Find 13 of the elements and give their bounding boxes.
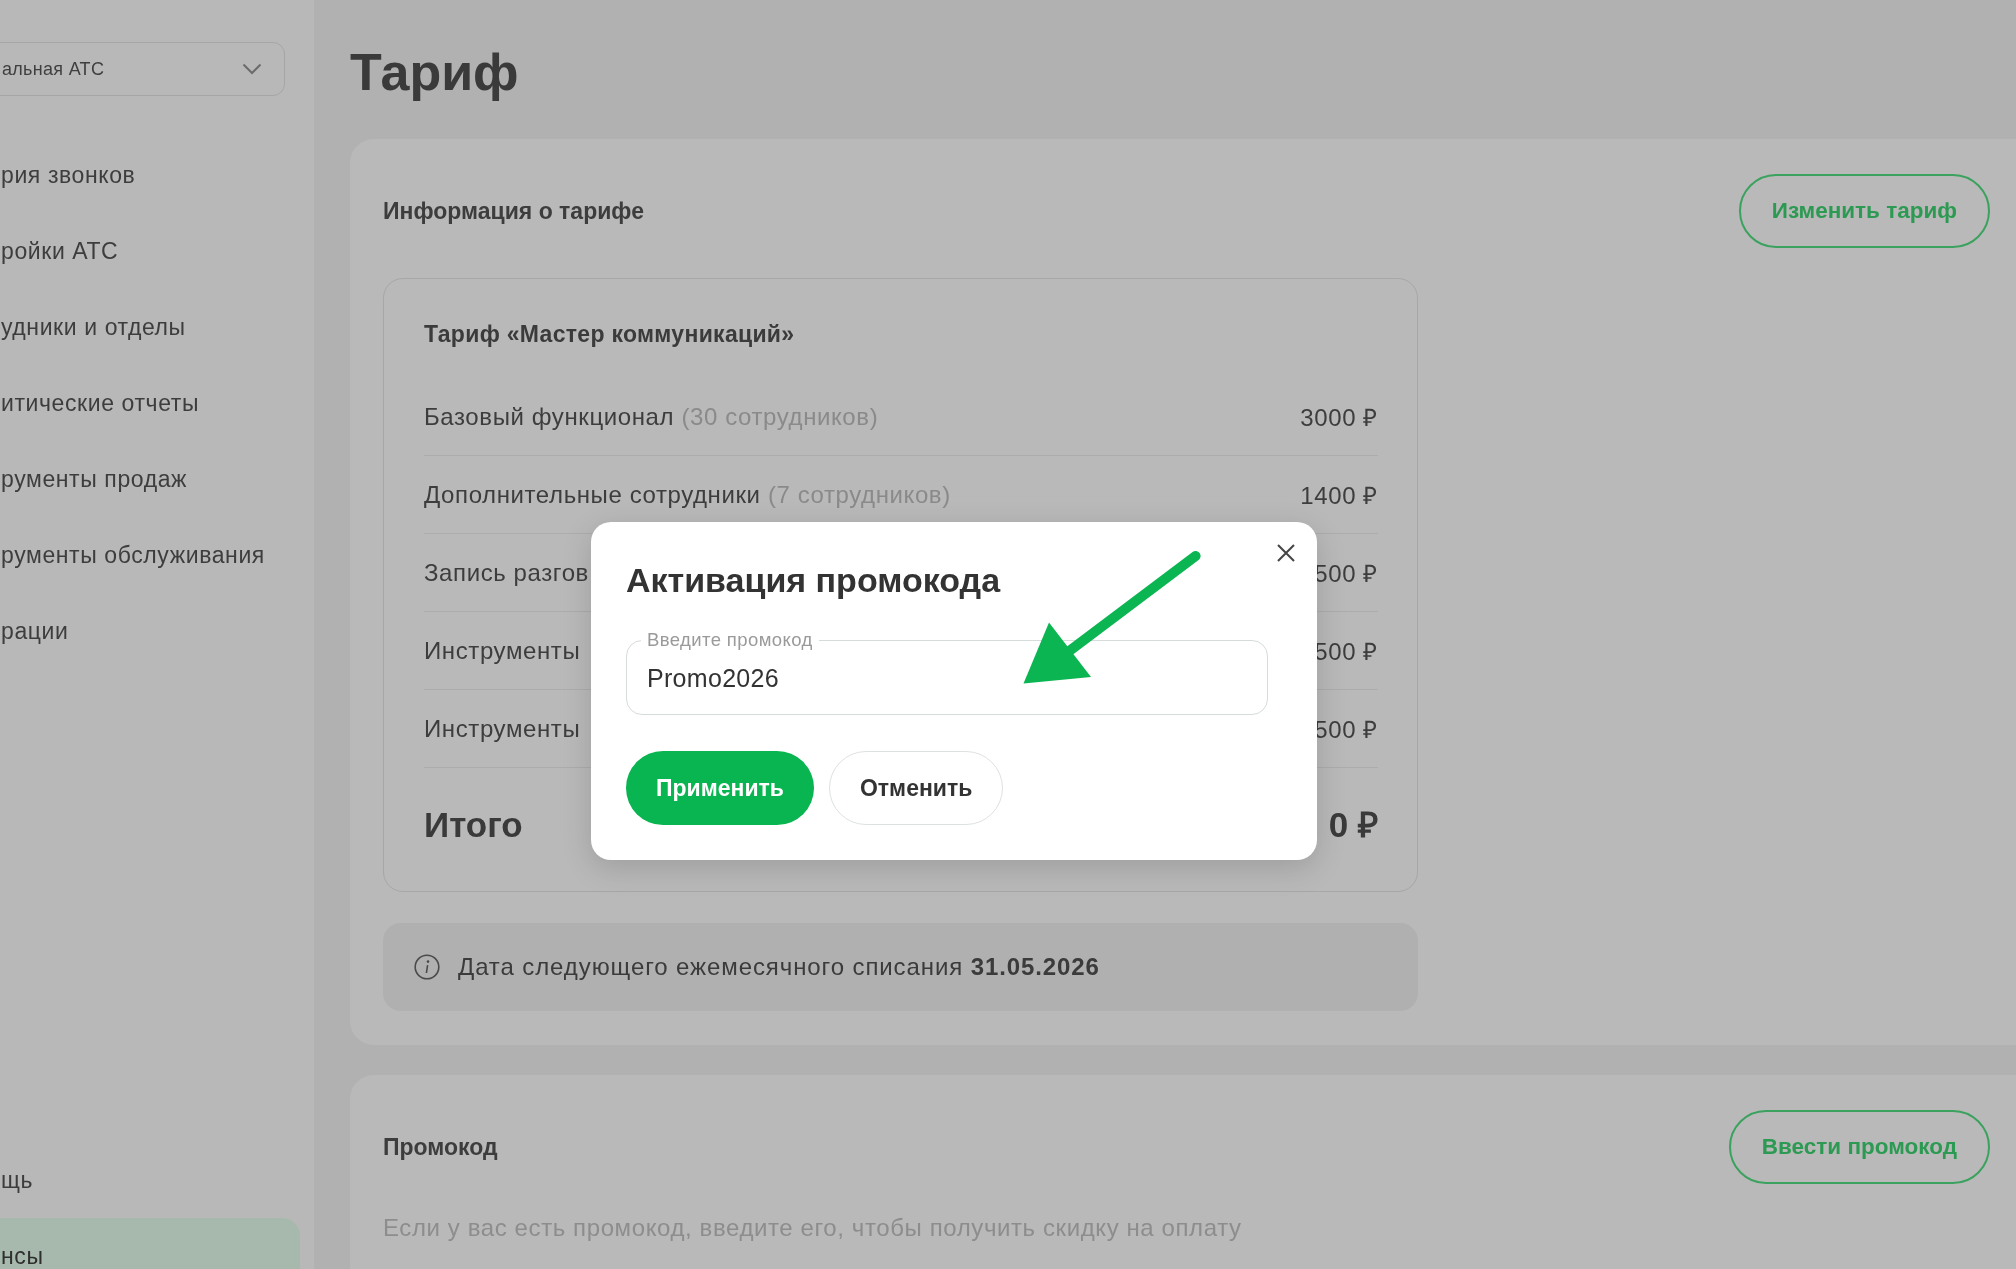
total-label: Итого [424,804,523,846]
total-price: 0 ₽ [1328,804,1378,846]
row-price: 3000 ₽ [1300,403,1378,433]
row-price: 1400 ₽ [1300,481,1378,511]
row-label: Инструменты [424,714,581,743]
page-title: Тариф [350,42,519,103]
dialog-title: Активация промокода [626,560,1001,601]
row-label: Инструменты [424,636,581,665]
card-title: Информация о тарифе [383,197,644,225]
card-title: Промокод [383,1133,498,1161]
billing-date-text: Дата следующего ежемесячного списания 31.05.2026 [458,953,1100,981]
plan-name: Тариф «Мастер коммуникаций» [424,320,795,348]
row-label: Запись разгов [424,558,589,587]
